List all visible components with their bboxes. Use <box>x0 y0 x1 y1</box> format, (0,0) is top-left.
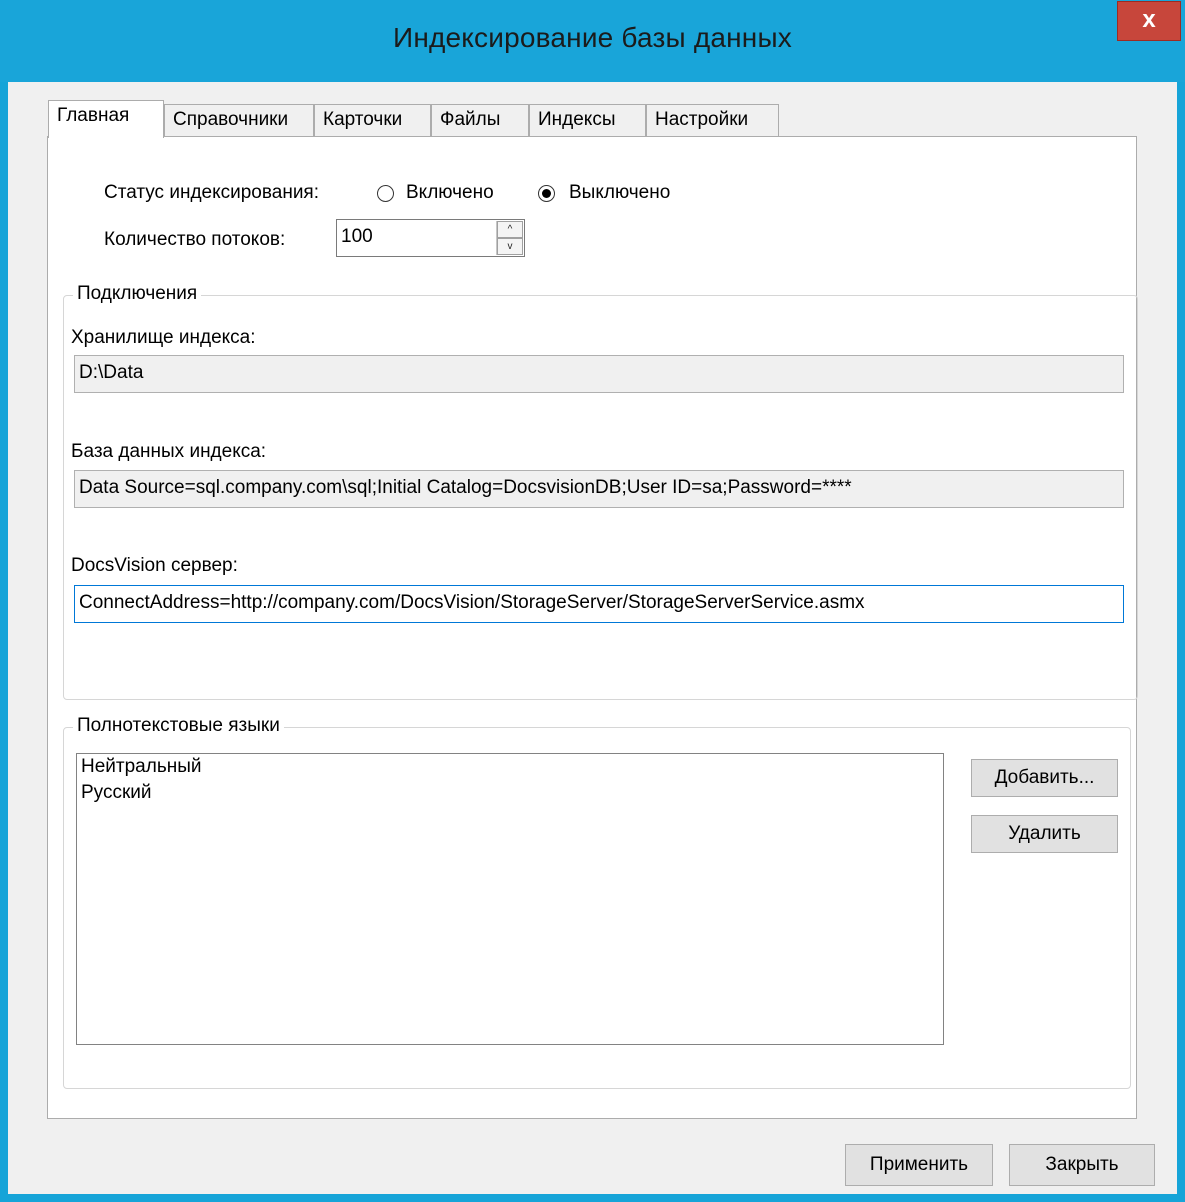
radio-selected-dot <box>542 189 551 198</box>
status-enabled-label[interactable]: Включено <box>406 182 494 204</box>
status-disabled-radio[interactable] <box>538 185 555 202</box>
tab-files[interactable]: Файлы <box>431 104 529 136</box>
status-disabled-label[interactable]: Выключено <box>569 182 670 204</box>
window-title: Индексирование базы данных <box>393 22 792 53</box>
list-item[interactable]: Русский <box>77 780 943 806</box>
languages-listbox[interactable]: Нейтральный Русский <box>76 753 944 1045</box>
list-item[interactable]: Нейтральный <box>77 754 943 780</box>
chevron-down-icon: v <box>507 241 513 252</box>
threads-count-stepper[interactable]: 100 ^ v <box>336 219 525 257</box>
tab-cards[interactable]: Карточки <box>314 104 431 136</box>
connections-group-label: Подключения <box>73 283 202 305</box>
stepper-down-button[interactable]: v <box>497 238 523 255</box>
index-storage-label: Хранилище индекса: <box>71 327 256 348</box>
tab-label: Главная <box>57 105 130 126</box>
remove-language-button[interactable]: Удалить <box>971 815 1118 853</box>
close-icon: x <box>1142 6 1156 33</box>
threads-count-label: Количество потоков: <box>104 229 286 250</box>
index-database-field[interactable]: Data Source=sql.company.com\sql;Initial … <box>74 470 1124 508</box>
threads-count-value[interactable]: 100 <box>341 226 373 248</box>
tab-label: Настройки <box>655 109 749 130</box>
chevron-up-icon: ^ <box>507 224 513 235</box>
tab-main[interactable]: Главная <box>48 100 164 138</box>
tab-directories[interactable]: Справочники <box>164 104 314 136</box>
fulltext-languages-group-label: Полнотекстовые языки <box>73 715 284 737</box>
index-storage-field[interactable]: D:\Data <box>74 355 1124 393</box>
stepper-buttons: ^ v <box>496 221 523 255</box>
dialog-client-area: Главная Справочники Карточки Файлы Индек… <box>8 82 1177 1194</box>
tab-panel-main: Статус индексирования: Включено Выключен… <box>47 136 1138 1119</box>
tab-label: Файлы <box>440 109 501 130</box>
title-bar[interactable]: Индексирование базы данных x <box>0 0 1185 82</box>
status-enabled-radio[interactable] <box>377 185 394 202</box>
indexing-status-label: Статус индексирования: <box>104 182 319 203</box>
docsvision-server-label: DocsVision сервер: <box>71 555 238 576</box>
tab-settings[interactable]: Настройки <box>646 104 779 136</box>
add-language-button[interactable]: Добавить... <box>971 759 1118 797</box>
tab-indexes[interactable]: Индексы <box>529 104 646 136</box>
tab-label: Справочники <box>173 109 289 130</box>
tab-label: Карточки <box>323 109 403 130</box>
apply-button[interactable]: Применить <box>845 1144 993 1186</box>
index-database-label: База данных индекса: <box>71 441 267 462</box>
stepper-up-button[interactable]: ^ <box>497 221 523 238</box>
docsvision-server-field[interactable]: ConnectAddress=http://company.com/DocsVi… <box>74 585 1124 623</box>
dialog-window: Индексирование базы данных x Главная Спр… <box>0 0 1185 1202</box>
tab-label: Индексы <box>538 109 616 130</box>
close-window-button[interactable]: x <box>1117 1 1181 41</box>
close-button[interactable]: Закрыть <box>1009 1144 1155 1186</box>
